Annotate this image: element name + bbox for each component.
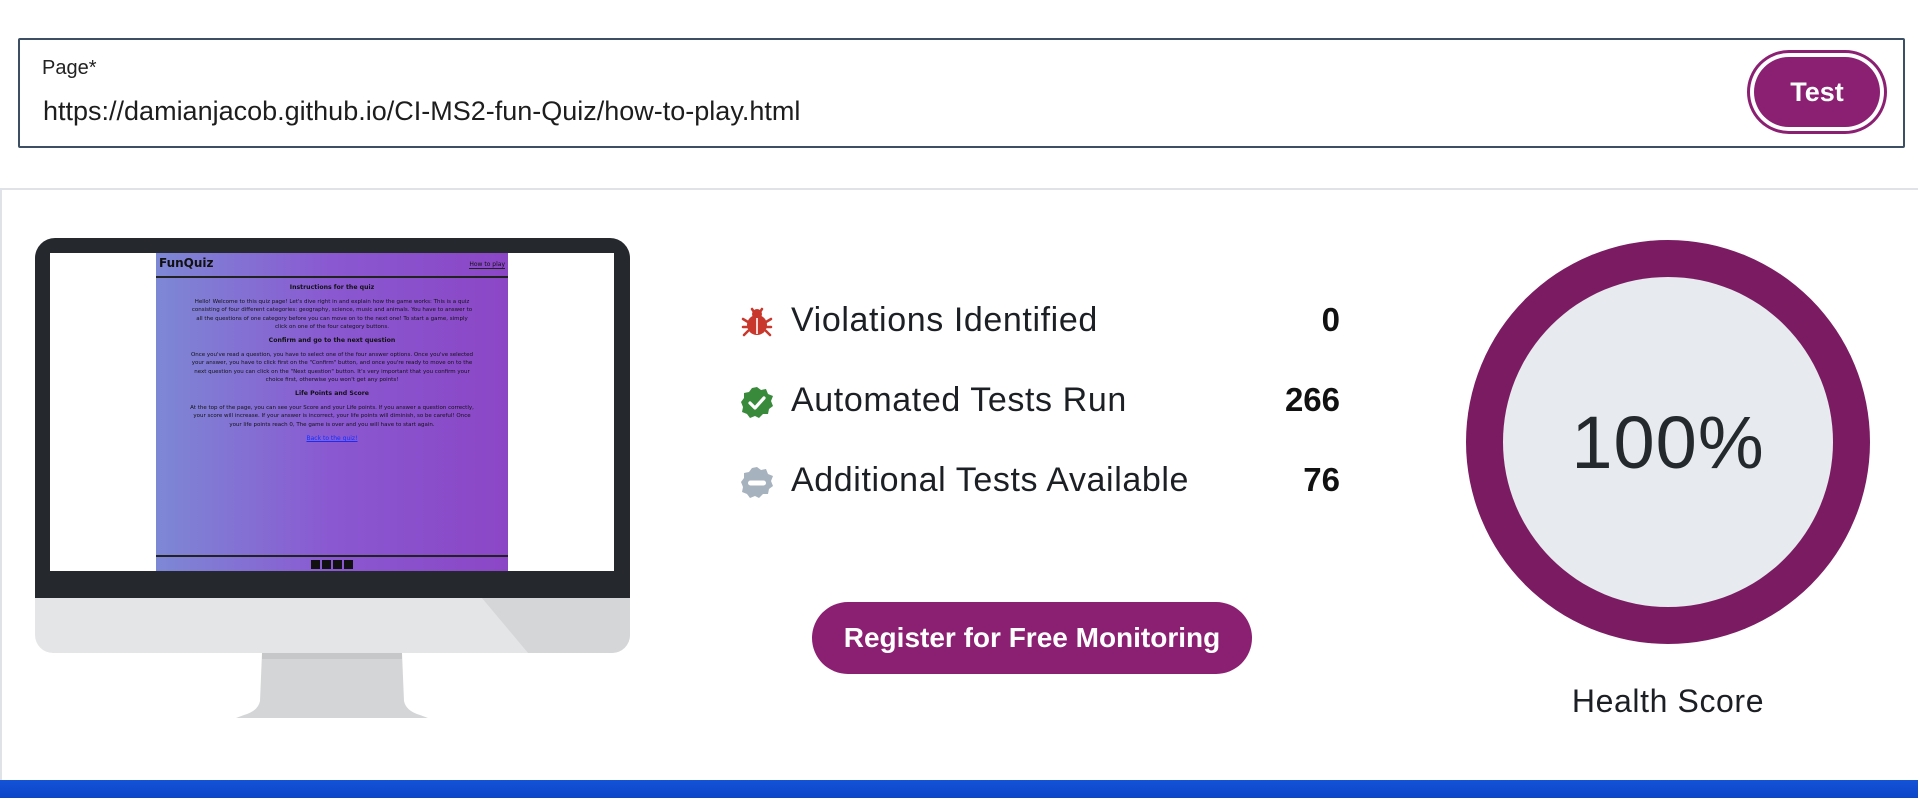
bug-icon (741, 307, 773, 337)
facebook-icon (311, 559, 320, 569)
preview-heading: Instructions for the quiz (289, 284, 375, 291)
monitor-chin (35, 598, 630, 653)
instagram-icon (333, 559, 342, 569)
page-preview-monitor: FunQuiz How to play Instructions for the… (35, 238, 630, 718)
card-left-border (0, 190, 2, 780)
bottom-bar (0, 780, 1918, 798)
preview-page: FunQuiz How to play Instructions for the… (156, 253, 508, 571)
page-url-label-text: Page (42, 57, 89, 79)
stat-label: Violations Identified (791, 301, 1098, 339)
stat-additional-tests: Additional Tests Available 76 (740, 460, 1340, 504)
gauge-inner: 100% (1503, 277, 1833, 607)
stat-automated-tests: Automated Tests Run 266 (740, 380, 1340, 424)
stat-violations: Violations Identified 0 (740, 300, 1340, 344)
register-monitoring-button[interactable]: Register for Free Monitoring (812, 602, 1252, 674)
minus-badge-icon (741, 467, 773, 498)
preview-logo: FunQuiz (159, 256, 214, 270)
monitor-stand (236, 653, 428, 718)
test-button[interactable]: Test (1747, 50, 1887, 134)
preview-footer (156, 555, 508, 571)
required-marker: * (88, 57, 97, 79)
preview-paragraph: At the top of the page, you can see your… (190, 405, 474, 428)
page-url-field[interactable]: Page* https://damianjacob.github.io/CI-M… (18, 38, 1905, 148)
preview-paragraph: Once you've read a question, you have to… (190, 352, 474, 383)
page-url-label: Page* (42, 57, 97, 80)
monitor-screen: FunQuiz How to play Instructions for the… (50, 253, 614, 571)
stat-value: 76 (1303, 461, 1340, 498)
twitter-icon (322, 559, 331, 569)
stat-value: 266 (1284, 381, 1340, 418)
preview-nav-link: How to play (469, 261, 505, 269)
check-badge-icon (741, 387, 773, 418)
preview-back-link: Back to the quiz! (306, 434, 358, 442)
preview-heading: Confirm and go to the next question (268, 337, 396, 345)
stat-label: Additional Tests Available (791, 461, 1190, 499)
test-button-label: Test (1754, 57, 1880, 127)
preview-content: Instructions for the quiz Hello! Welcome… (190, 284, 474, 443)
health-score-label: Health Score (1571, 683, 1765, 719)
stat-value: 0 (1321, 301, 1340, 338)
page: Page* https://damianjacob.github.io/CI-M… (0, 0, 1918, 798)
preview-header: FunQuiz How to play (156, 253, 508, 278)
youtube-icon (344, 559, 353, 569)
section-divider (0, 188, 1918, 190)
health-score-value: 100% (1571, 400, 1765, 484)
health-score-gauge: 100% (1466, 240, 1870, 644)
preview-heading: Life Points and Score (295, 390, 369, 398)
chin-glare (481, 598, 630, 653)
monitor-bezel: FunQuiz How to play Instructions for the… (35, 238, 630, 598)
preview-paragraph: Hello! Welcome to this quiz page! Let's … (191, 299, 473, 330)
stat-label: Automated Tests Run (791, 381, 1127, 419)
page-url-input[interactable]: https://damianjacob.github.io/CI-MS2-fun… (43, 96, 800, 127)
